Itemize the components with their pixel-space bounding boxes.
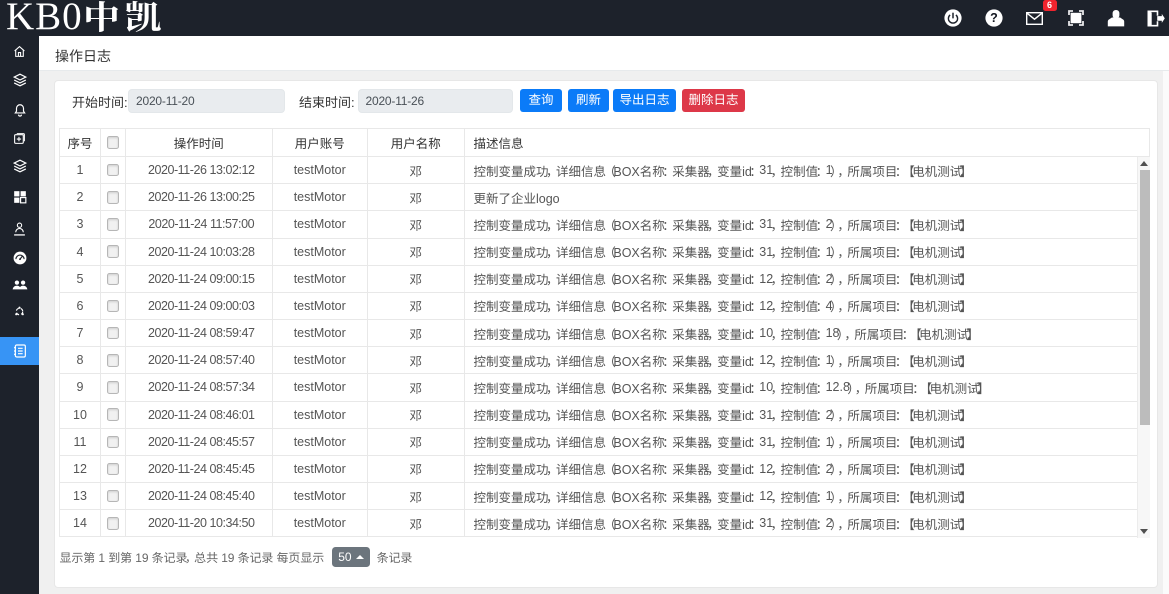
svg-text:?: ? — [990, 11, 998, 25]
